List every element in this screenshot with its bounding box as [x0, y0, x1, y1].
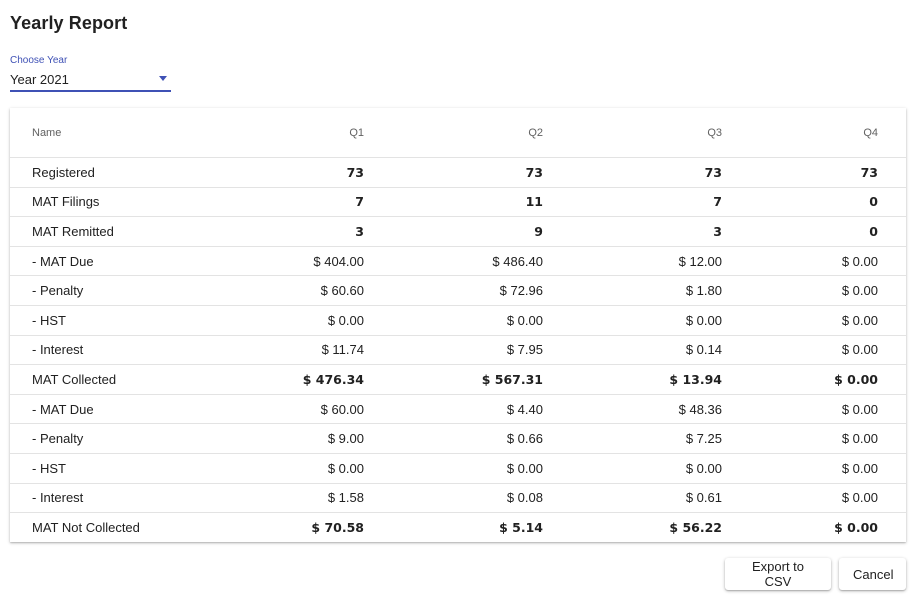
- year-select-value: Year 2021: [10, 72, 69, 87]
- table-row: MAT Collected $ 476.34 $ 567.31 $ 13.94 $ 0.…: [10, 365, 906, 395]
- q3-cell: 7: [713, 194, 722, 210]
- q3-cell: 73: [704, 164, 722, 180]
- q2-cell: $ 7.95: [506, 342, 543, 358]
- column-header-q1: Q1: [349, 126, 364, 139]
- q2-cell: $ 0.00: [506, 460, 543, 476]
- row-name-cell: MAT Not Collected: [32, 520, 140, 536]
- q4-cell: $ 0.00: [841, 342, 878, 358]
- row-name-cell: - MAT Due: [32, 401, 94, 417]
- q2-cell: $ 567.31: [481, 371, 543, 387]
- q1-cell: $ 0.00: [327, 460, 364, 476]
- q2-cell: $ 0.66: [506, 431, 543, 447]
- dropdown-arrow-icon: [159, 76, 167, 81]
- row-name-cell: - MAT Due: [32, 253, 94, 269]
- q1-cell: 73: [346, 164, 364, 180]
- row-name-cell: - Interest: [32, 342, 84, 358]
- table-row: - MAT Due $ 404.00 $ 486.40 $ 12.00 $ 0.00: [10, 247, 906, 277]
- row-name-cell: - Penalty: [32, 431, 84, 447]
- q4-cell: $ 0.00: [834, 520, 878, 536]
- year-select[interactable]: Choose Year Year 2021: [10, 55, 171, 92]
- q3-cell: $ 0.00: [685, 312, 722, 328]
- q1-cell: 3: [355, 223, 364, 239]
- row-name-cell: - HST: [32, 312, 66, 328]
- q1-cell: $ 70.58: [311, 520, 364, 536]
- q3-cell: $ 0.61: [685, 490, 722, 506]
- q4-cell: 0: [869, 194, 878, 210]
- q2-cell: 11: [525, 194, 543, 210]
- q4-cell: $ 0.00: [841, 431, 878, 447]
- q1-cell: $ 404.00: [313, 253, 364, 269]
- table-row: MAT Remitted 3 9 3 0: [10, 217, 906, 247]
- export-csv-button[interactable]: Export to CSV: [725, 558, 831, 590]
- q3-cell: $ 48.36: [678, 401, 722, 417]
- q4-cell: $ 0.00: [841, 401, 878, 417]
- row-name-cell: - Interest: [32, 490, 84, 506]
- table-row: MAT Not Collected $ 70.58 $ 5.14 $ 56.22 $ 0…: [10, 513, 906, 542]
- q2-cell: $ 486.40: [492, 253, 543, 269]
- q2-cell: 9: [534, 223, 543, 239]
- row-name-cell: - Penalty: [32, 283, 84, 299]
- row-name-cell: MAT Filings: [32, 194, 100, 210]
- q2-cell: $ 72.96: [499, 283, 543, 299]
- table-row: - MAT Due $ 60.00 $ 4.40 $ 48.36 $ 0.00: [10, 395, 906, 425]
- q1-cell: $ 11.74: [321, 342, 364, 358]
- q3-cell: $ 12.00: [678, 253, 722, 269]
- table-row: - HST $ 0.00 $ 0.00 $ 0.00 $ 0.00: [10, 454, 906, 484]
- q4-cell: $ 0.00: [841, 283, 878, 299]
- q2-cell: $ 0.08: [506, 490, 543, 506]
- column-header-q3: Q3: [707, 126, 722, 139]
- q4-cell: 73: [860, 164, 878, 180]
- q1-cell: $ 60.60: [320, 283, 364, 299]
- q2-cell: $ 0.00: [506, 312, 543, 328]
- year-select-label: Choose Year: [10, 55, 68, 66]
- q4-cell: $ 0.00: [834, 371, 878, 387]
- q4-cell: $ 0.00: [841, 460, 878, 476]
- q2-cell: $ 4.40: [506, 401, 543, 417]
- row-name-cell: MAT Remitted: [32, 223, 114, 239]
- q2-cell: $ 5.14: [499, 520, 543, 536]
- table-row: - Penalty $ 9.00 $ 0.66 $ 7.25 $ 0.00: [10, 424, 906, 454]
- q3-cell: $ 1.80: [685, 283, 722, 299]
- report-table: Name Q1 Q2 Q3 Q4 Registered 73 73 73 73 MAT F…: [10, 108, 906, 542]
- q4-cell: $ 0.00: [841, 312, 878, 328]
- q1-cell: $ 9.00: [327, 431, 364, 447]
- q1-cell: $ 0.00: [327, 312, 364, 328]
- q3-cell: $ 0.00: [685, 460, 722, 476]
- table-header: Name Q1 Q2 Q3 Q4: [10, 108, 906, 158]
- table-row: MAT Filings 7 11 7 0: [10, 188, 906, 218]
- q1-cell: $ 60.00: [320, 401, 364, 417]
- page-title: Yearly Report: [10, 13, 128, 33]
- row-name-cell: Registered: [32, 164, 95, 180]
- row-name-cell: MAT Collected: [32, 371, 117, 387]
- column-header-q2: Q2: [528, 126, 543, 139]
- cancel-button[interactable]: Cancel: [839, 558, 906, 590]
- q4-cell: $ 0.00: [841, 490, 878, 506]
- q3-cell: $ 7.25: [685, 431, 722, 447]
- q1-cell: 7: [355, 194, 364, 210]
- table-row: - Interest $ 11.74 $ 7.95 $ 0.14 $ 0.00: [10, 336, 906, 366]
- table-row: - Penalty $ 60.60 $ 72.96 $ 1.80 $ 0.00: [10, 276, 906, 306]
- q2-cell: 73: [525, 164, 543, 180]
- q1-cell: $ 1.58: [327, 490, 364, 506]
- table-row: - Interest $ 1.58 $ 0.08 $ 0.61 $ 0.00: [10, 484, 906, 514]
- q4-cell: $ 0.00: [841, 253, 878, 269]
- table-row: Registered 73 73 73 73: [10, 158, 906, 188]
- column-header-q4: Q4: [863, 126, 878, 139]
- q3-cell: 3: [713, 223, 722, 239]
- q3-cell: $ 0.14: [685, 342, 722, 358]
- q1-cell: $ 476.34: [302, 371, 364, 387]
- q3-cell: $ 56.22: [669, 520, 722, 536]
- column-header-name: Name: [32, 126, 62, 139]
- table-row: - HST $ 0.00 $ 0.00 $ 0.00 $ 0.00: [10, 306, 906, 336]
- row-name-cell: - HST: [32, 460, 66, 476]
- q4-cell: 0: [869, 223, 878, 239]
- q3-cell: $ 13.94: [669, 371, 722, 387]
